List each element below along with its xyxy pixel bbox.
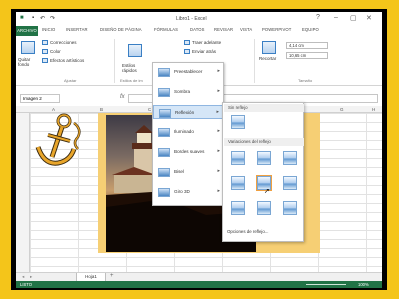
help-button[interactable]: ?	[316, 14, 320, 21]
chevron-right-icon: ▸	[216, 109, 219, 115]
reflection-swatch[interactable]	[257, 151, 271, 165]
tab-diseno[interactable]: DISEÑO DE PÁGINA	[100, 27, 142, 32]
bevel-icon	[158, 168, 170, 177]
estilos-rapidos-label[interactable]: Estilos rápidos	[122, 63, 148, 73]
zoom-slider[interactable]	[306, 284, 346, 285]
close-button[interactable]: ✕	[366, 14, 372, 22]
no-reflection-swatch[interactable]	[231, 115, 245, 129]
color-icon	[42, 49, 48, 55]
crop-icon[interactable]	[262, 41, 276, 54]
ribbon-tabs: ARCHIVO INICIO INSERTAR DISEÑO DE PÁGINA…	[16, 26, 382, 36]
column-header[interactable]: G	[340, 107, 344, 112]
reflection-swatch[interactable]	[231, 201, 245, 215]
bring-forward-icon	[184, 40, 190, 46]
reflection-swatch[interactable]	[283, 176, 297, 190]
reflection-swatch[interactable]	[283, 201, 297, 215]
window-title: Libro1 - Excel	[176, 16, 207, 22]
color-button[interactable]: Color	[42, 49, 61, 55]
shadow-icon	[158, 88, 170, 97]
enviar-atras-button[interactable]: Enviar atrás	[184, 49, 216, 55]
tab-powerpivot[interactable]: POWERPIVOT	[262, 27, 291, 32]
zoom-level[interactable]: 100%	[358, 282, 369, 287]
recortar-label[interactable]: Recortar	[259, 56, 276, 61]
variaciones-header: Variaciones del reflejo	[224, 138, 304, 146]
tab-vista[interactable]: VISTA	[240, 27, 252, 32]
chevron-right-icon: ▸	[217, 148, 220, 154]
chevron-right-icon: ▸	[217, 188, 220, 194]
reflection-submenu: Sin reflejo Variaciones del reflejo Opci…	[222, 102, 304, 242]
tab-inicio[interactable]: INICIO	[42, 27, 55, 32]
chevron-right-icon: ▸	[217, 168, 220, 174]
reflection-swatch[interactable]	[231, 151, 245, 165]
tab-datos[interactable]: DATOS	[190, 27, 205, 32]
divider	[254, 39, 255, 83]
traer-adelante-button[interactable]: Traer adelante	[184, 40, 221, 46]
correcciones-button[interactable]: Correcciones	[42, 40, 77, 46]
reflection-swatch[interactable]	[231, 176, 245, 190]
reflection-swatch[interactable]	[283, 151, 297, 165]
menu-item-reflexion[interactable]: Reflexión ▸	[153, 105, 223, 119]
title-bar: ■ ▪ ↶ ↷ Libro1 - Excel ? – ▢ ✕	[16, 12, 382, 26]
send-backward-icon	[184, 49, 190, 55]
reflection-icon	[159, 109, 171, 118]
reflection-swatch[interactable]	[257, 201, 271, 215]
add-sheet-button[interactable]: +	[110, 273, 114, 279]
corrections-icon	[42, 40, 48, 46]
tamano-group-label: Tamaño	[298, 78, 313, 83]
redo-icon[interactable]: ↷	[50, 15, 55, 22]
row-headers	[16, 113, 30, 272]
menu-item-sombra[interactable]: Sombra ▸	[153, 85, 223, 99]
scroll-left-icon[interactable]: ◂	[22, 274, 24, 280]
efectos-artisticos-button[interactable]: Efectos artísticos	[42, 58, 84, 64]
rotation-3d-icon	[158, 188, 170, 197]
minimize-button[interactable]: –	[334, 14, 338, 21]
tab-archivo[interactable]: ARCHIVO	[16, 26, 38, 36]
divider	[114, 39, 115, 83]
tab-revisar[interactable]: REVISAR	[214, 27, 233, 32]
menu-item-bordes-suaves[interactable]: Bordes suaves ▸	[153, 145, 223, 159]
height-field[interactable]: 4,14 cm	[286, 42, 328, 49]
sin-reflejo-header: Sin reflejo	[224, 104, 304, 112]
menu-item-preestablecer[interactable]: Preestablecer ▸	[153, 65, 223, 79]
menu-item-bisel[interactable]: Bisel ▸	[153, 165, 223, 179]
maximize-button[interactable]: ▢	[350, 14, 357, 22]
tab-formulas[interactable]: FÓRMULAS	[154, 27, 178, 32]
column-header[interactable]: C	[148, 107, 151, 112]
sheet-bar-wrapper: ◂ ▸ Hoja1 +	[16, 272, 382, 282]
quitar-fondo-label[interactable]: Quitar fondo	[18, 57, 38, 67]
soft-edges-icon	[158, 148, 170, 157]
column-header[interactable]: H	[372, 107, 375, 112]
remove-background-icon[interactable]	[21, 41, 35, 54]
chevron-right-icon: ▸	[217, 128, 220, 134]
mouse-cursor-icon: ➚	[264, 188, 270, 195]
column-header[interactable]: A	[52, 107, 55, 112]
ajustar-group-label: Ajustar	[64, 78, 77, 83]
width-field[interactable]: 10,65 cm	[286, 52, 328, 59]
artistic-effects-icon	[42, 58, 48, 64]
preset-icon	[158, 68, 170, 77]
tab-equipo[interactable]: EQUIPO	[302, 27, 319, 32]
save-icon[interactable]: ▪	[32, 15, 34, 21]
picture-effects-menu: Preestablecer ▸ Sombra ▸ Reflexión ▸ Ilumin…	[152, 62, 224, 206]
sheet-bar: ◂ ▸ Hoja1 +	[16, 272, 382, 282]
anchor-clipart[interactable]	[34, 113, 84, 169]
status-text: LISTO	[20, 282, 33, 287]
status-bar: LISTO 100%	[16, 281, 382, 288]
fx-icon[interactable]: fx	[120, 94, 125, 100]
glow-icon	[158, 128, 170, 137]
estilos-group-label: Estilos de im	[120, 78, 143, 83]
menu-item-giro-3d[interactable]: Giro 3D ▸	[153, 185, 223, 199]
quick-styles-icon[interactable]	[128, 44, 142, 57]
undo-icon[interactable]: ↶	[40, 15, 45, 22]
chevron-right-icon: ▸	[217, 88, 220, 94]
name-box[interactable]: Imagen 2	[20, 94, 60, 103]
menu-item-iluminado[interactable]: Iluminado ▸	[153, 125, 223, 139]
reflection-options-link[interactable]: Opciones de reflejo...	[227, 229, 269, 234]
column-header[interactable]: B	[100, 107, 103, 112]
chevron-right-icon: ▸	[217, 68, 220, 74]
scroll-right-icon[interactable]: ▸	[30, 274, 32, 280]
tab-insertar[interactable]: INSERTAR	[66, 27, 88, 32]
excel-logo-icon: ■	[20, 15, 24, 21]
